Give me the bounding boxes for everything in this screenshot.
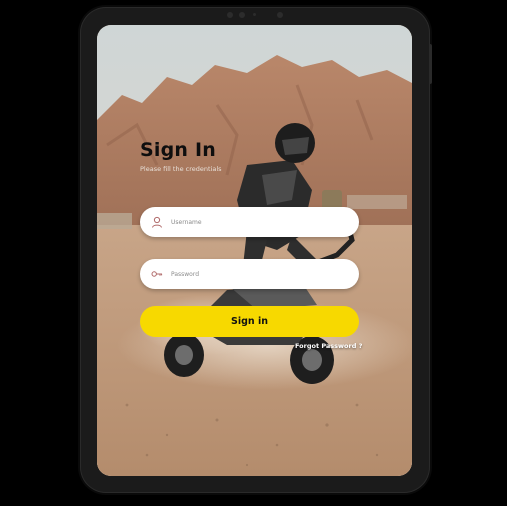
app-screen: Sign In Please fill the credentials Sign… xyxy=(97,25,412,476)
background-photo xyxy=(97,25,412,476)
username-input[interactable] xyxy=(171,215,341,229)
camera-icon xyxy=(239,12,245,18)
user-icon xyxy=(152,216,162,228)
sign-in-button[interactable]: Sign in xyxy=(140,306,359,337)
sensor-icon xyxy=(253,13,256,16)
password-input[interactable] xyxy=(171,267,341,281)
forgot-password-link[interactable]: Forgot Password ? xyxy=(295,342,362,350)
username-field[interactable] xyxy=(140,207,359,237)
camera-bar xyxy=(225,11,287,19)
tablet-side-button xyxy=(429,44,432,84)
camera-icon xyxy=(277,12,283,18)
sensor-icon xyxy=(227,12,233,18)
password-field[interactable] xyxy=(140,259,359,289)
page-subtitle: Please fill the credentials xyxy=(140,165,222,173)
key-icon xyxy=(151,271,163,277)
page-title: Sign In xyxy=(140,139,216,161)
